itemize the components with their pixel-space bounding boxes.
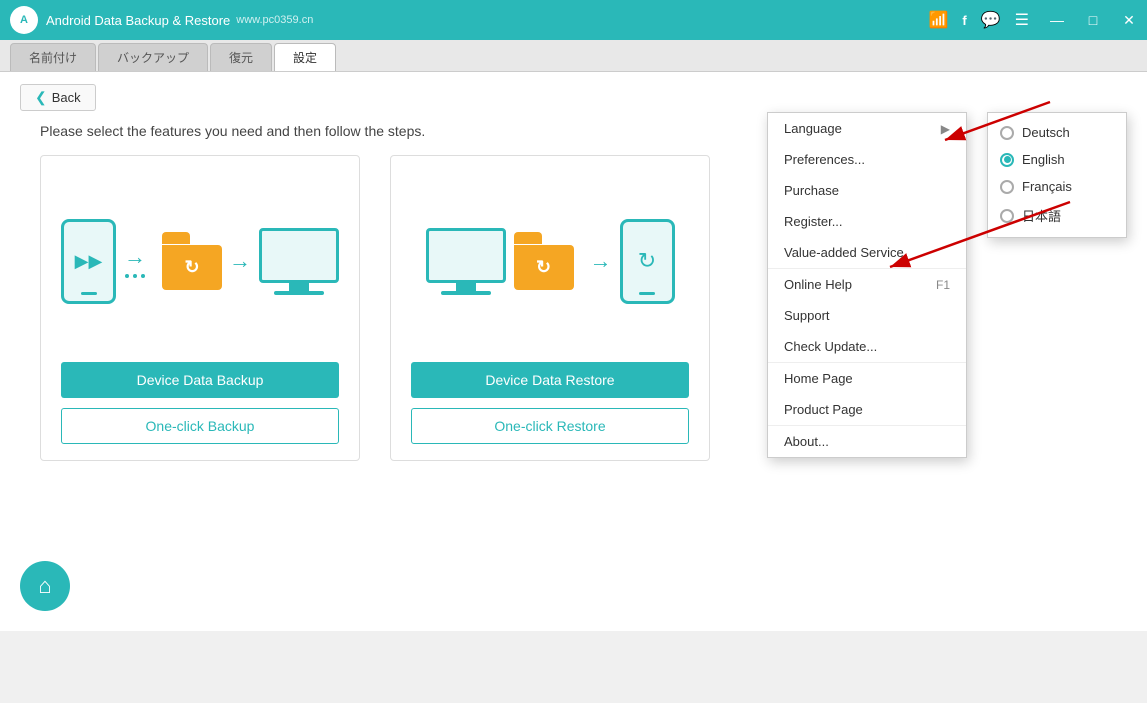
maximize-button[interactable]: □ [1075, 0, 1111, 40]
tab-2[interactable]: 復元 [210, 43, 272, 71]
menu-item-register[interactable]: Register... [768, 206, 966, 237]
restore-card: ↻ → ↻ Device Data Restore One-click Rest… [390, 155, 710, 461]
back-label: Back [52, 90, 81, 105]
menu-item-home-page[interactable]: Home Page [768, 362, 966, 394]
one-click-backup-button[interactable]: One-click Backup [61, 408, 339, 444]
radio-english [1000, 153, 1014, 167]
restore-illustration: ↻ → ↻ [411, 176, 689, 346]
main-content: ❮ Back Please select the features you ne… [0, 72, 1147, 631]
tab-0[interactable]: 名前付け [10, 43, 96, 71]
folder-icon-restore: ↻ [514, 232, 574, 290]
language-submenu-chevron: ▶ [941, 122, 950, 136]
facebook-icon[interactable]: f [962, 13, 966, 28]
app-logo: A [10, 6, 38, 34]
backup-dots [125, 274, 145, 278]
phone-shape-backup: ▶▶ [61, 219, 116, 304]
chat-icon[interactable]: 💬 [981, 10, 1001, 30]
radio-english-selected [1004, 156, 1011, 163]
close-button[interactable]: ✕ [1111, 0, 1147, 40]
cards-container: ▶▶ → ↻ → [0, 155, 1147, 481]
menu-item-purchase[interactable]: Purchase [768, 175, 966, 206]
lang-item-deutsch[interactable]: Deutsch [988, 119, 1126, 146]
menu-icon[interactable]: ☰ [1015, 10, 1029, 30]
tab-1[interactable]: バックアップ [98, 43, 208, 71]
menu-item-online-help[interactable]: Online Help F1 [768, 268, 966, 300]
folder-icon-backup: ↻ [162, 232, 213, 290]
back-arrow-icon: ❮ [35, 89, 47, 106]
tab-bar: 名前付け バックアップ 復元 設定 [0, 40, 1147, 72]
lang-item-japanese[interactable]: 日本語 [988, 200, 1126, 231]
backup-illustration: ▶▶ → ↻ → [61, 176, 339, 346]
app-title: Android Data Backup & Restore [46, 13, 230, 28]
main-menu: Language ▶ Preferences... Purchase Regis… [767, 112, 967, 458]
menu-item-support[interactable]: Support [768, 300, 966, 331]
backup-card: ▶▶ → ↻ → [40, 155, 360, 461]
language-submenu: Deutsch English Français 日本語 [987, 112, 1127, 238]
menu-item-check-update[interactable]: Check Update... [768, 331, 966, 362]
device-data-restore-button[interactable]: Device Data Restore [411, 362, 689, 398]
radio-japanese [1000, 209, 1014, 223]
minimize-button[interactable]: — [1039, 0, 1075, 40]
back-button[interactable]: ❮ Back [20, 84, 96, 111]
lang-item-english[interactable]: English [988, 146, 1126, 173]
home-icon: ⌂ [38, 573, 51, 599]
window-controls: 📶 f 💬 ☰ — □ ✕ [928, 0, 1147, 40]
backup-arrow2-icon: → [229, 248, 251, 273]
one-click-restore-button[interactable]: One-click Restore [411, 408, 689, 444]
wifi-icon[interactable]: 📶 [928, 10, 948, 30]
title-bar: A Android Data Backup & Restore www.pc03… [0, 0, 1147, 40]
device-data-backup-button[interactable]: Device Data Backup [61, 362, 339, 398]
radio-french [1000, 180, 1014, 194]
menu-item-about[interactable]: About... [768, 425, 966, 457]
backup-arrow-icon: → [124, 244, 146, 270]
pc-shape-restore [426, 228, 506, 295]
menu-item-product-page[interactable]: Product Page [768, 394, 966, 425]
description-text: Please select the features you need and … [0, 123, 1147, 155]
online-help-shortcut: F1 [936, 278, 950, 292]
menu-item-preferences[interactable]: Preferences... [768, 144, 966, 175]
toolbar-icons: 📶 f 💬 ☰ [928, 10, 1029, 30]
radio-deutsch [1000, 126, 1014, 140]
home-button[interactable]: ⌂ [20, 561, 70, 611]
phone-shape-restore: ↻ [620, 219, 675, 304]
pc-shape-backup [259, 228, 339, 295]
menu-item-language[interactable]: Language ▶ [768, 113, 966, 144]
restore-arrow-icon: → [590, 248, 612, 273]
back-area: ❮ Back [0, 72, 1147, 123]
menu-item-value-added[interactable]: Value-added Service [768, 237, 966, 268]
app-website: www.pc0359.cn [236, 14, 313, 26]
tab-3[interactable]: 設定 [274, 43, 336, 71]
lang-item-french[interactable]: Français [988, 173, 1126, 200]
